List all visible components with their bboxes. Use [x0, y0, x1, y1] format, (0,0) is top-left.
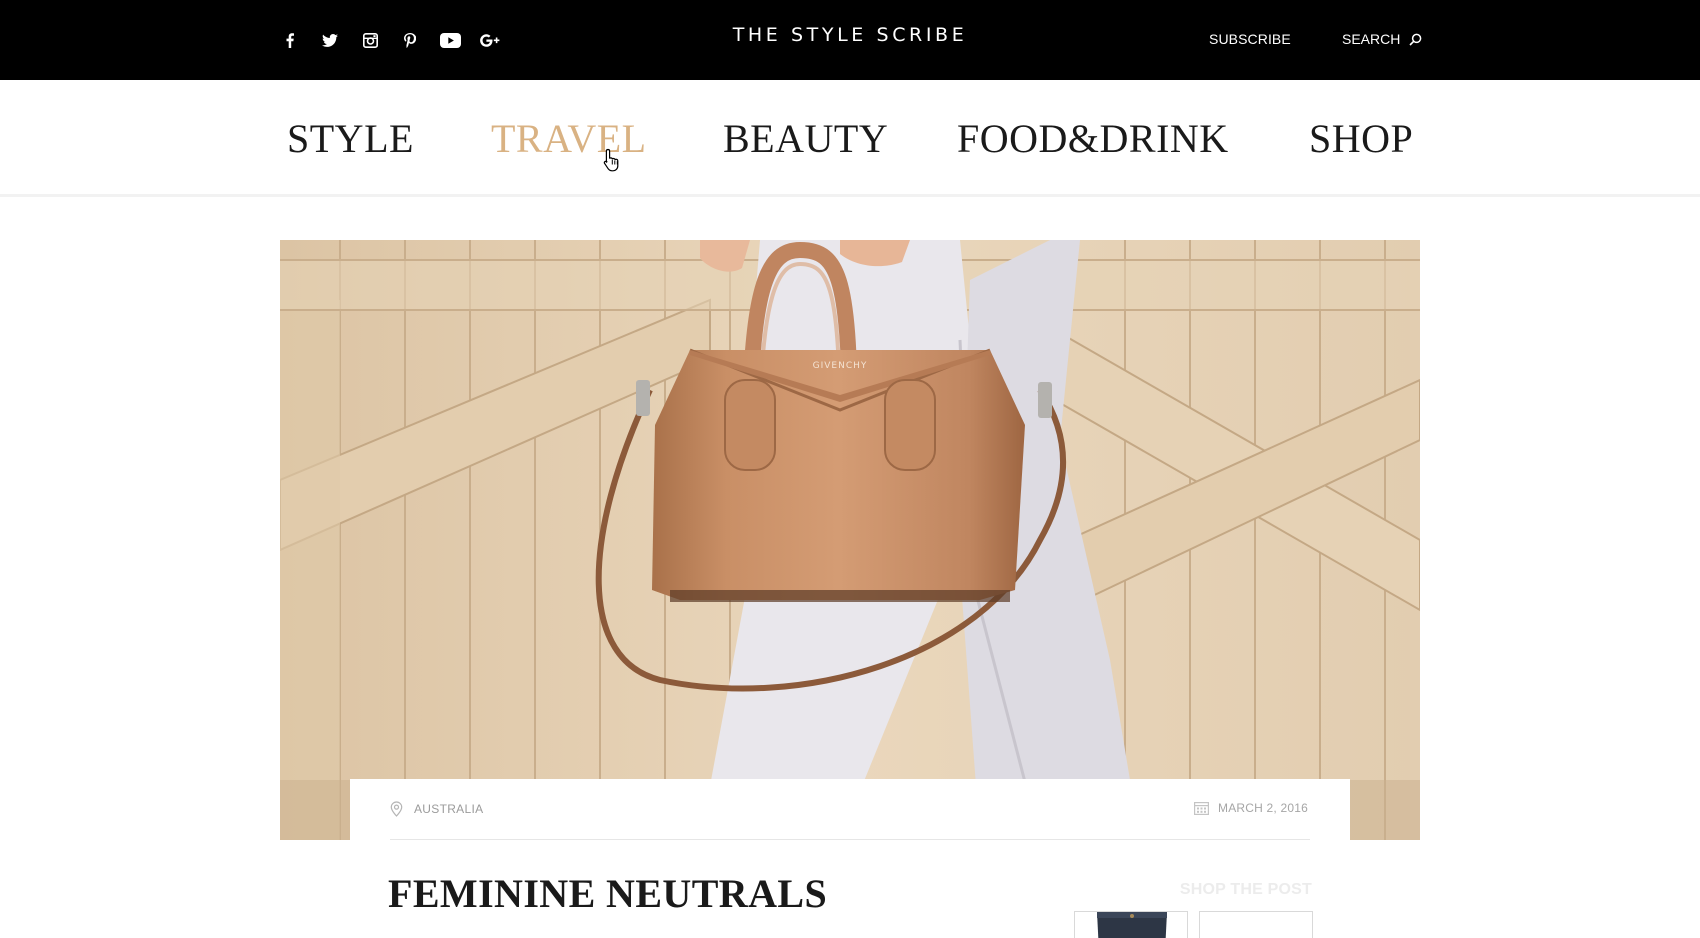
date-label: MARCH 2, 2016	[1218, 801, 1308, 815]
shop-the-post-heading: SHOP THE POST	[1179, 881, 1312, 898]
twitter-icon[interactable]	[310, 0, 350, 80]
nav-item-food-drink[interactable]: FOOD&DRINK	[957, 119, 1229, 159]
top-bar: THE STYLE SCRIBE SUBSCRIBE SEARCH	[0, 0, 1700, 80]
site-logo[interactable]: THE STYLE SCRIBE	[733, 24, 968, 46]
hand-cursor-icon	[603, 148, 619, 172]
location-pin-icon	[390, 801, 403, 817]
nav-item-style[interactable]: STYLE	[287, 119, 414, 159]
post-meta: AUSTRALIA MARCH 2, 2016	[390, 779, 1310, 840]
calendar-icon	[1194, 802, 1210, 815]
subscribe-link[interactable]: SUBSCRIBE	[1209, 31, 1291, 47]
search-button[interactable]: SEARCH	[1342, 31, 1422, 47]
location-label: AUSTRALIA	[414, 802, 484, 816]
post-location[interactable]: AUSTRALIA	[390, 801, 483, 817]
google-plus-icon[interactable]	[470, 0, 510, 80]
nav-item-shop[interactable]: SHOP	[1309, 119, 1413, 159]
post-title: FEMININE NEUTRALS	[388, 871, 828, 916]
search-icon	[1409, 33, 1422, 46]
post-card: AUSTRALIA MARCH 2, 2016 FEMININE NEUTRAL…	[350, 779, 1350, 938]
nav-item-beauty[interactable]: BEAUTY	[723, 119, 888, 159]
social-links	[270, 0, 510, 80]
pinterest-icon[interactable]	[390, 0, 430, 80]
post-date: MARCH 2, 2016	[1194, 801, 1308, 815]
svg-text:GIVENCHY: GIVENCHY	[813, 361, 868, 371]
category-nav: STYLE TRAVEL BEAUTY FOOD&DRINK SHOP	[0, 80, 1700, 197]
nav-item-travel[interactable]: TRAVEL	[491, 119, 647, 159]
instagram-icon[interactable]	[350, 0, 390, 80]
facebook-icon[interactable]	[270, 0, 310, 80]
shop-product-thumbnail[interactable]	[1199, 911, 1313, 938]
handbag-photo: GIVENCHY	[280, 240, 1420, 840]
hero-image[interactable]: GIVENCHY	[280, 240, 1420, 840]
jeans-product-image	[1097, 912, 1167, 938]
youtube-icon[interactable]	[430, 0, 470, 80]
shop-product-thumbnail[interactable]	[1074, 911, 1188, 938]
search-label: SEARCH	[1342, 31, 1401, 47]
